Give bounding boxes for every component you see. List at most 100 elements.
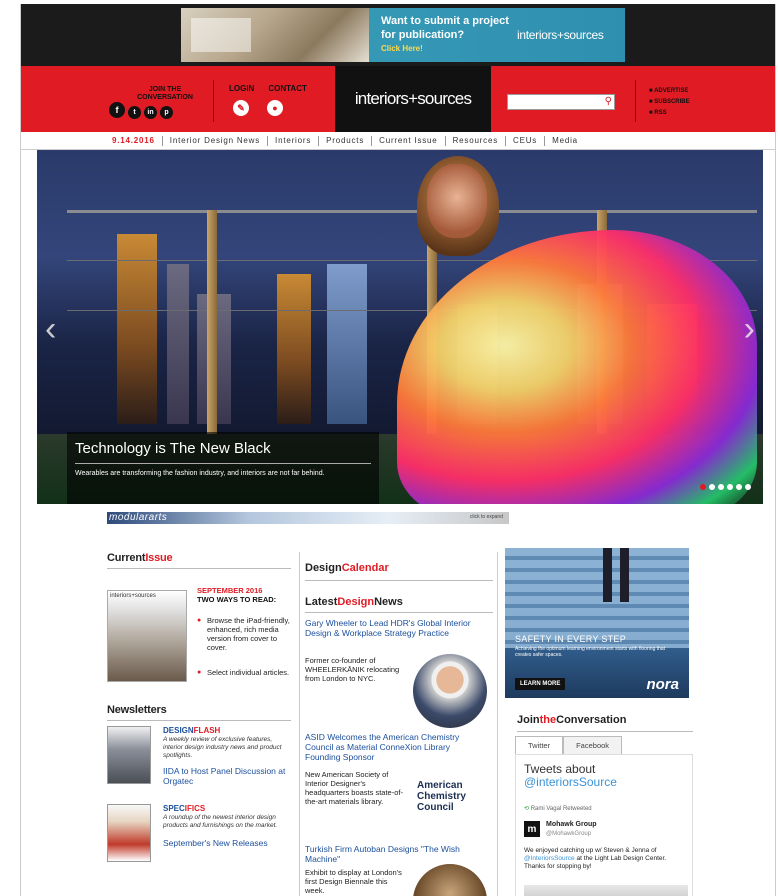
twitter-feed: Tweets about @interiorsSource Rami Vagal…	[515, 754, 693, 896]
news-link-hdr[interactable]: Gary Wheeler to Lead HDR's Global Interi…	[305, 618, 475, 638]
twitter-handle[interactable]: @interiorsSource	[524, 776, 617, 789]
nav-current-issue[interactable]: Current Issue	[371, 136, 444, 146]
header-right-links: ADVERTISE SUBSCRIBE RSS	[649, 86, 690, 119]
news-link-asid[interactable]: ASID Welcomes the American Chemistry Cou…	[305, 732, 475, 762]
modulararts-banner[interactable]: modulararts click to expand	[107, 512, 509, 524]
nav-products[interactable]: Products	[318, 136, 371, 146]
social-tabs: Twitter Facebook	[515, 736, 623, 755]
specifics-desc: A roundup of the newest interior design …	[163, 814, 278, 829]
newsletter-specifics: SPECIFICS A roundup of the newest interi…	[107, 804, 291, 870]
avatar[interactable]: m	[524, 821, 540, 837]
rss-link[interactable]: RSS	[649, 108, 690, 119]
learn-more-button[interactable]: LEARN MORE	[515, 678, 566, 690]
account-icons: ✎ ●	[233, 100, 283, 116]
newsletters-title: Newsletters	[107, 704, 291, 721]
news-desc-asid: New American Society of Interior Designe…	[305, 770, 403, 806]
hero-subtitle: Wearables are transforming the fashion i…	[75, 470, 325, 477]
specifics-title[interactable]: SPECIFICS	[163, 804, 205, 813]
user-icon[interactable]: ●	[267, 100, 283, 116]
pencil-icon[interactable]: ✎	[233, 100, 249, 116]
ad-cta[interactable]: Click Here!	[381, 42, 511, 56]
site-logo[interactable]: interiors+sources	[335, 66, 491, 132]
ad-photo	[181, 8, 369, 62]
tab-facebook[interactable]: Facebook	[563, 736, 623, 755]
current-issue-title: CurrentIssue	[107, 552, 291, 569]
designflash-thumbnail[interactable]	[107, 726, 151, 784]
linkedin-icon[interactable]: in	[144, 106, 157, 119]
nav-ceus[interactable]: CEUs	[505, 136, 544, 146]
slider-dot[interactable]	[745, 484, 751, 490]
specifics-link[interactable]: September's New Releases	[163, 838, 291, 848]
nav-interiors[interactable]: Interiors	[267, 136, 318, 146]
nora-logo: nora	[646, 676, 679, 693]
news-desc-hdr: Former co-founder of WHEELERKĀNIK reloca…	[305, 656, 400, 683]
contact-link[interactable]: CONTACT	[268, 84, 307, 93]
nora-headline: SAFETY IN EVERY STEP	[515, 634, 627, 644]
news-link-autoban[interactable]: Turkish Firm Autoban Designs "The Wish M…	[305, 844, 475, 864]
newsletter-designflash: DESIGNFLASH A weekly review of exclusive…	[107, 726, 291, 792]
slider-dot[interactable]	[727, 484, 733, 490]
slider-next-arrow[interactable]: ›	[744, 310, 755, 349]
designflash-title[interactable]: DESIGNFLASH	[163, 726, 220, 735]
page-frame: Want to submit a project for publication…	[20, 4, 776, 896]
top-banner: Want to submit a project for publication…	[21, 4, 775, 66]
news-photo-autoban[interactable]	[413, 864, 487, 896]
ad-brand-logo: interiors+sources	[517, 28, 604, 42]
designflash-link[interactable]: IIDA to Host Panel Discussion at Orgatec	[163, 766, 291, 786]
advertise-link[interactable]: ADVERTISE	[649, 86, 690, 97]
site-header: JOIN THE CONVERSATION f t in p LOGIN CON…	[21, 66, 775, 132]
pinterest-icon[interactable]: p	[160, 106, 173, 119]
tweets-header: Tweets about @interiorsSource	[524, 762, 617, 789]
issue-heading: SEPTEMBER 2016 TWO WAYS TO READ:	[197, 586, 277, 604]
social-icons: f t in p	[109, 102, 173, 119]
join-conversation-title: JointheConversation	[517, 714, 693, 732]
design-calendar-title[interactable]: DesignCalendar	[305, 562, 493, 581]
divider	[635, 80, 636, 122]
nav-date: 9.14.2016	[112, 136, 155, 145]
news-photo-gary-wheeler[interactable]	[413, 654, 487, 728]
issue-option-articles[interactable]: Select individual articles.	[197, 668, 297, 677]
submit-project-ad[interactable]: Want to submit a project for publication…	[181, 8, 625, 62]
slider-dot[interactable]	[700, 484, 706, 490]
nora-subtext: Achieving the optimum learning environme…	[515, 646, 666, 658]
strip-label: modulararts	[109, 512, 168, 523]
acc-logo: American Chemistry Council	[417, 780, 466, 813]
slider-dot[interactable]	[709, 484, 715, 490]
tweet-account-name[interactable]: Mohawk Group	[546, 821, 597, 828]
specifics-thumbnail[interactable]	[107, 804, 151, 862]
current-issue-section: CurrentIssue	[107, 552, 291, 569]
magazine-logo: interiors+sources	[110, 593, 156, 599]
designflash-desc: A weekly review of exclusive features, i…	[163, 736, 282, 759]
expand-link[interactable]: click to expand	[470, 514, 503, 520]
account-links: LOGIN CONTACT	[229, 84, 307, 93]
subscribe-link[interactable]: SUBSCRIBE	[649, 97, 689, 108]
nav-interior-design-news[interactable]: Interior Design News	[161, 136, 267, 146]
tweet-image[interactable]	[524, 885, 688, 896]
hero-title[interactable]: Technology is The New Black	[75, 440, 371, 464]
news-desc-autoban: Exhibit to display at London's first Des…	[305, 868, 402, 895]
nav-media[interactable]: Media	[544, 136, 585, 146]
tab-twitter[interactable]: Twitter	[515, 736, 564, 755]
slider-dot[interactable]	[718, 484, 724, 490]
tweet-text: We enjoyed catching up w/ Steven & Jenna…	[524, 847, 667, 870]
ad-headline: Want to submit a project for publication…	[381, 14, 511, 56]
nora-ad[interactable]: SAFETY IN EVERY STEP Achieving the optim…	[505, 548, 689, 698]
slider-dot[interactable]	[736, 484, 742, 490]
hero-caption[interactable]: Technology is The New Black Wearables ar…	[67, 432, 379, 504]
twitter-icon[interactable]: t	[128, 106, 141, 119]
slider-prev-arrow[interactable]: ‹	[45, 310, 56, 349]
slider-dots	[700, 484, 751, 490]
magazine-cover[interactable]: interiors+sources	[107, 590, 187, 682]
search-icon[interactable]: ⚲	[605, 96, 612, 107]
hero-slider[interactable]: ‹ › Technology is The New Black Wearable…	[37, 150, 763, 504]
search-input[interactable]: ⚲	[507, 94, 615, 110]
join-conversation-label: JOIN THE CONVERSATION	[137, 86, 193, 101]
issue-option-ipad[interactable]: Browse the iPad-friendly, enhanced, rich…	[197, 616, 297, 652]
facebook-icon[interactable]: f	[109, 102, 125, 118]
login-link[interactable]: LOGIN	[229, 84, 254, 93]
retweet-label: Rami Vagal Retweeted	[524, 805, 592, 812]
nav-resources[interactable]: Resources	[444, 136, 505, 146]
tweet-account-handle[interactable]: @MohawkGroup	[546, 831, 591, 837]
divider	[213, 80, 214, 122]
latest-news-title: LatestDesignNews	[305, 596, 493, 613]
